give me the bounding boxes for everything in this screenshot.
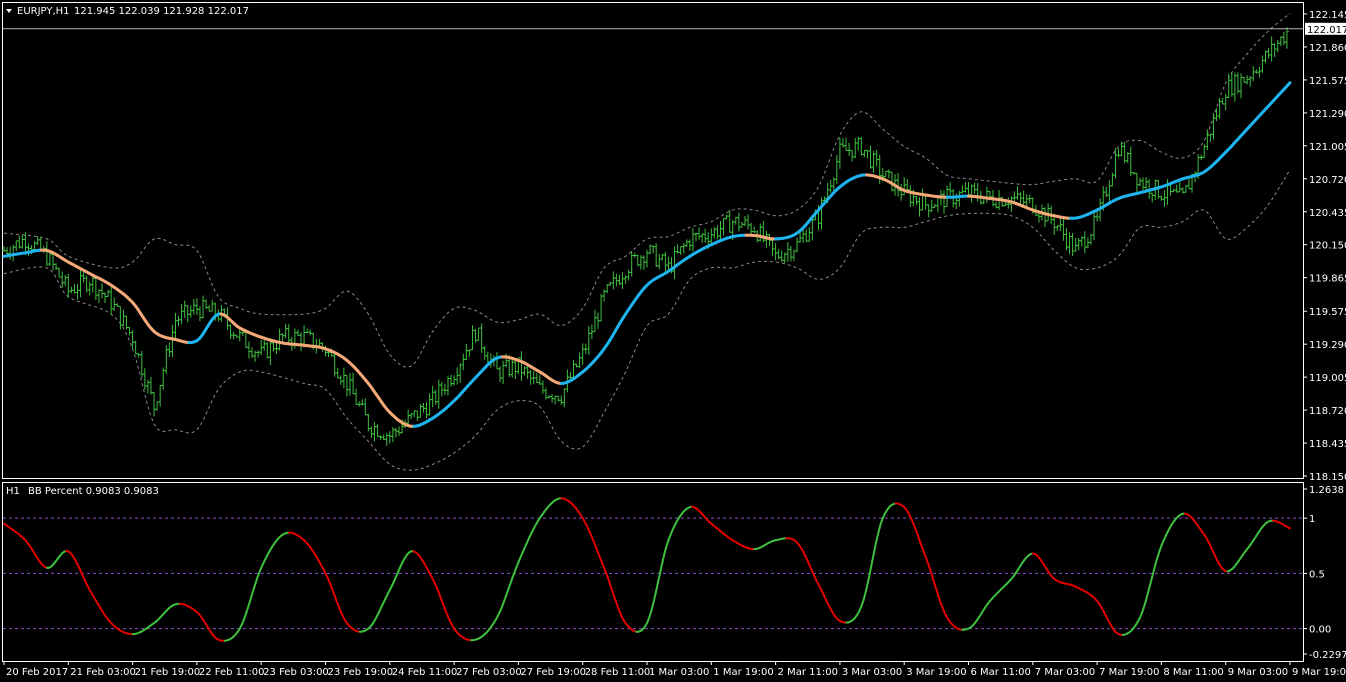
price-tick-label: 121.005	[1309, 142, 1346, 153]
indicator-timeframe: H1	[6, 486, 20, 497]
indicator-header: H1 BB Percent 0.9083 0.9083	[6, 486, 159, 497]
price-tick-label: 121.575	[1309, 76, 1346, 87]
time-tick-label: 1 Mar 19:00	[713, 667, 773, 678]
time-tick-label: 9 Mar 03:00	[1228, 667, 1288, 678]
time-tick-label: 28 Feb 11:00	[585, 667, 651, 678]
time-tick-label: 21 Feb 03:00	[70, 667, 136, 678]
price-tick-label: 120.435	[1309, 208, 1346, 219]
price-tick-label: 121.860	[1309, 43, 1346, 54]
trading-chart: 122.145 121.860 121.575 121.290 121.005 120.7…	[0, 0, 1346, 682]
indicator-label: BB Percent 0.9083 0.9083	[28, 486, 159, 497]
time-tick-label: 23 Feb 03:00	[263, 667, 329, 678]
price-tick-label: 120.720	[1309, 175, 1346, 186]
price-marker-label: 122.017	[1307, 25, 1346, 36]
price-tick-label: 122.145	[1309, 10, 1346, 21]
price-axis[interactable]: 122.145 121.860 121.575 121.290 121.005 120.7…	[1303, 10, 1346, 483]
price-tick-label: 118.435	[1309, 439, 1346, 450]
main-header: EURJPY,H1 121.945 122.039 121.928 122.01…	[6, 6, 249, 17]
price-tick-label: 118.720	[1309, 406, 1346, 417]
chart-background	[0, 0, 1346, 682]
price-tick-label: 121.290	[1309, 109, 1346, 120]
price-marker: 122.017	[1305, 22, 1346, 36]
symbol-label: EURJPY,H1	[17, 6, 70, 17]
price-tick-label: 118.150	[1309, 472, 1346, 483]
time-tick-label: 22 Feb 11:00	[199, 667, 265, 678]
time-tick-label: 3 Mar 03:00	[842, 667, 902, 678]
time-tick-label: 27 Feb 19:00	[520, 667, 586, 678]
time-tick-label: 27 Feb 03:00	[456, 667, 522, 678]
time-tick-label: 3 Mar 19:00	[906, 667, 966, 678]
time-tick-label: 20 Feb 2017	[6, 667, 68, 678]
time-tick-label: 2 Mar 11:00	[778, 667, 838, 678]
time-tick-label: 6 Mar 11:00	[971, 667, 1031, 678]
time-tick-label: 8 Mar 11:00	[1163, 667, 1223, 678]
price-tick-label: 119.865	[1309, 274, 1346, 285]
time-tick-label: 7 Mar 19:00	[1099, 667, 1159, 678]
price-tick-label: 119.005	[1309, 373, 1346, 384]
indicator-tick-label: 0.5	[1309, 569, 1325, 580]
ma-segment-up	[1286, 81, 1292, 87]
ohlc-label: 121.945 122.039 121.928 122.017	[74, 6, 249, 17]
time-tick-label: 7 Mar 03:00	[1035, 667, 1095, 678]
time-tick-label: 1 Mar 03:00	[649, 667, 709, 678]
price-tick-label: 119.575	[1309, 307, 1346, 318]
indicator-tick-label: 1.2638	[1309, 485, 1344, 496]
time-tick-label: 24 Feb 11:00	[392, 667, 458, 678]
time-tick-label: 23 Feb 19:00	[328, 667, 394, 678]
price-tick-label: 119.290	[1309, 340, 1346, 351]
indicator-tick-label: 0.00	[1309, 625, 1331, 636]
time-tick-label: 21 Feb 19:00	[135, 667, 201, 678]
indicator-tick-label: -0.2297	[1309, 650, 1346, 661]
time-tick-label: 9 Mar 19:00	[1292, 667, 1346, 678]
price-tick-label: 120.150	[1309, 241, 1346, 252]
bbp-segment-down	[1287, 526, 1291, 530]
indicator-tick-label: 1	[1309, 514, 1315, 525]
